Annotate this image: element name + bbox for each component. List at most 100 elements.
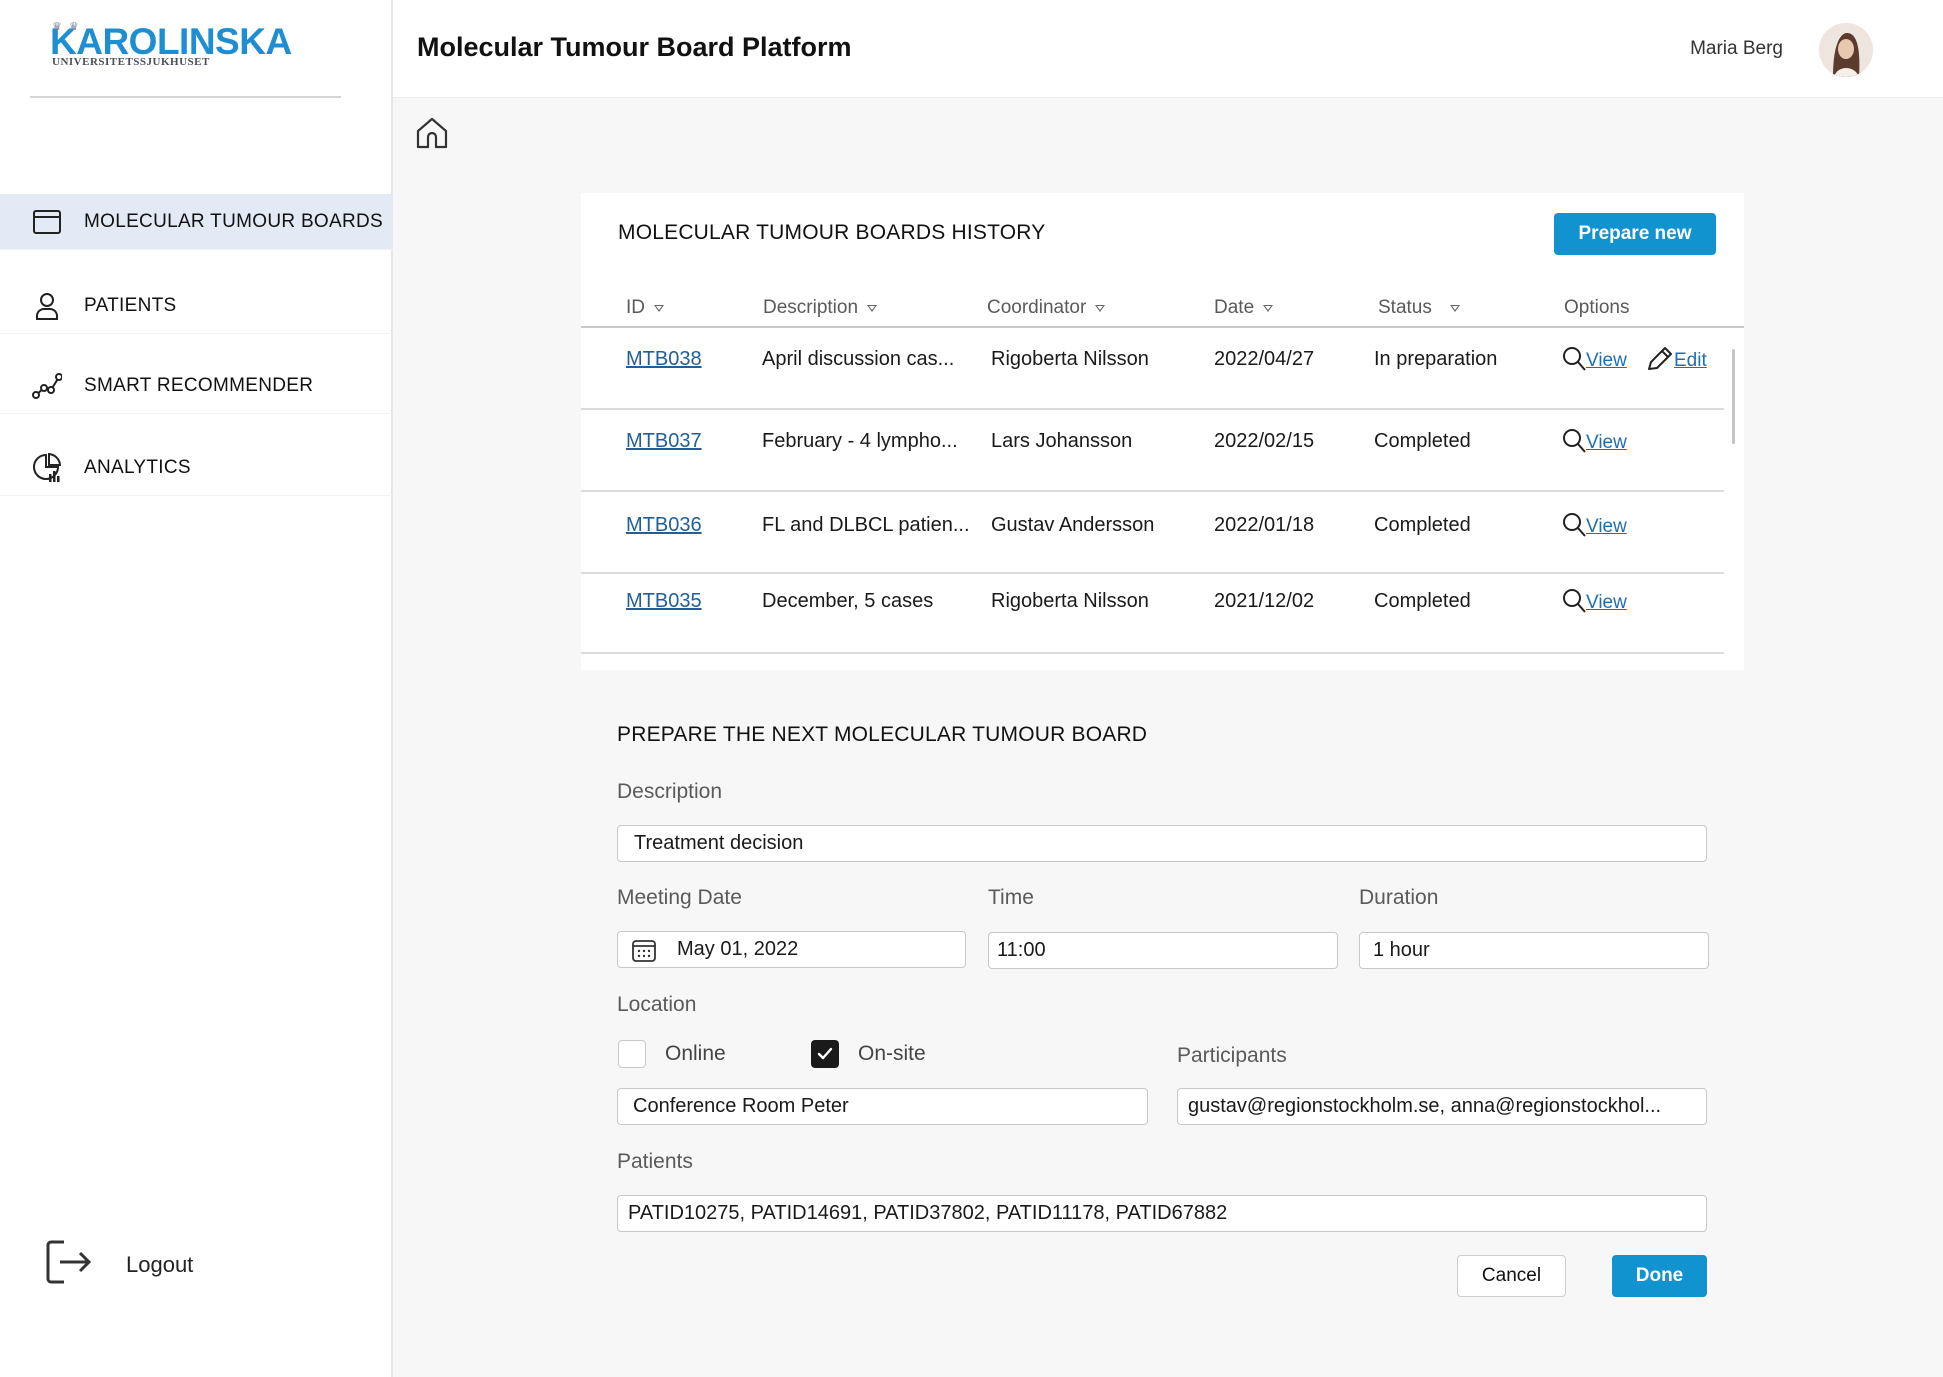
mtb-id-link[interactable]: MTB037 xyxy=(626,430,702,453)
table-row: MTB036 FL and DLBCL patien... Gustav And… xyxy=(581,492,1724,574)
row-description: FL and DLBCL patien... xyxy=(762,514,970,536)
sort-down-icon xyxy=(1263,304,1274,312)
duration-label: Duration xyxy=(1359,886,1439,909)
column-header-options: Options xyxy=(1564,297,1629,319)
online-checkbox[interactable] xyxy=(618,1040,646,1068)
table-scrollbar[interactable] xyxy=(1732,349,1735,444)
logout-label: Logout xyxy=(126,1251,194,1277)
sidebar-item-molecular-tumour-boards[interactable]: MOLECULAR TUMOUR BOARDS xyxy=(0,194,393,250)
sort-down-icon xyxy=(1449,304,1460,312)
view-link[interactable]: View xyxy=(1562,588,1627,614)
patients-input[interactable]: PATID10275, PATID14691, PATID37802, PATI… xyxy=(617,1195,1707,1232)
calendar-icon xyxy=(31,206,63,238)
row-coordinator: Rigoberta Nilsson xyxy=(991,590,1149,612)
column-header-coordinator[interactable]: Coordinator xyxy=(987,297,1106,319)
sidebar-item-label: ANALYTICS xyxy=(84,456,191,478)
row-status: Completed xyxy=(1374,590,1471,612)
view-link[interactable]: View xyxy=(1562,428,1627,454)
edit-label: Edit xyxy=(1674,350,1707,371)
column-header-id[interactable]: ID xyxy=(626,297,664,319)
patients-label: Patients xyxy=(617,1150,693,1173)
row-coordinator: Gustav Andersson xyxy=(991,514,1155,536)
row-description: April discussion cas... xyxy=(762,348,955,370)
view-label: View xyxy=(1586,350,1627,371)
history-title: MOLECULAR TUMOUR BOARDS HISTORY xyxy=(618,221,1046,244)
sidebar-item-patients[interactable]: PATIENTS xyxy=(0,278,393,334)
row-date: 2022/02/15 xyxy=(1214,430,1315,452)
row-status: Completed xyxy=(1374,430,1471,452)
search-icon xyxy=(1563,347,1586,371)
sidebar-item-smart-recommender[interactable]: SMART RECOMMENDER xyxy=(0,358,393,414)
view-label: View xyxy=(1586,516,1627,537)
row-date: 2022/04/27 xyxy=(1214,348,1315,370)
sidebar-item-label: PATIENTS xyxy=(84,294,177,316)
column-header-status[interactable]: Status xyxy=(1378,297,1460,319)
meeting-date-value: May 01, 2022 xyxy=(677,938,799,960)
location-input[interactable]: Conference Room Peter xyxy=(617,1088,1148,1125)
crown-icon: ♛ ♛ xyxy=(52,21,81,33)
column-header-date[interactable]: Date xyxy=(1214,297,1274,319)
view-label: View xyxy=(1586,432,1627,453)
mtb-id-link[interactable]: MTB035 xyxy=(626,590,702,613)
column-header-label: Date xyxy=(1214,297,1255,318)
logout-icon xyxy=(44,1238,94,1291)
view-label: View xyxy=(1586,592,1627,613)
row-coordinator: Lars Johansson xyxy=(991,430,1133,452)
mtb-id-link[interactable]: MTB036 xyxy=(626,514,702,537)
logout-button[interactable]: Logout xyxy=(44,1238,193,1291)
pencil-icon xyxy=(1648,347,1672,370)
avatar[interactable] xyxy=(1819,23,1873,77)
logo-divider xyxy=(30,96,341,98)
column-header-label: Coordinator xyxy=(987,297,1087,318)
person-icon xyxy=(31,290,63,322)
participants-label: Participants xyxy=(1177,1044,1287,1067)
description-input[interactable]: Treatment decision xyxy=(617,825,1707,862)
meeting-date-input[interactable]: May 01, 2022 xyxy=(617,931,966,968)
calendar-icon[interactable] xyxy=(631,937,657,963)
table-row: MTB037 February - 4 lympho... Lars Johan… xyxy=(581,410,1724,492)
column-header-label: ID xyxy=(626,297,645,318)
sidebar-item-analytics[interactable]: ANALYTICS xyxy=(0,440,393,496)
graph-nodes-icon xyxy=(31,370,63,402)
sort-down-icon xyxy=(1095,304,1106,312)
page-title: Molecular Tumour Board Platform xyxy=(417,32,852,62)
row-coordinator: Rigoberta Nilsson xyxy=(991,348,1149,370)
mtb-id-link[interactable]: MTB038 xyxy=(626,348,702,371)
onsite-checkbox[interactable] xyxy=(811,1040,839,1068)
row-description: December, 5 cases xyxy=(762,590,934,612)
karolinska-logo[interactable]: ♛ ♛ KAROLINSKA UNIVERSITETSSJUKHUSET xyxy=(50,21,292,68)
search-icon xyxy=(1563,429,1586,453)
search-icon xyxy=(1563,513,1586,537)
pie-chart-icon xyxy=(31,452,63,484)
cancel-button[interactable]: Cancel xyxy=(1457,1255,1566,1297)
duration-input[interactable]: 1 hour xyxy=(1359,932,1709,969)
row-status: In preparation xyxy=(1374,348,1498,370)
edit-link[interactable]: Edit xyxy=(1646,346,1707,372)
participants-input[interactable]: gustav@regionstockholm.se, anna@regionst… xyxy=(1177,1088,1707,1125)
top-header: Molecular Tumour Board Platform Maria Be… xyxy=(393,0,1943,98)
column-header-label: Description xyxy=(763,297,859,318)
time-input[interactable]: 11:00 xyxy=(988,932,1338,969)
sort-down-icon xyxy=(867,304,878,312)
row-description: February - 4 lympho... xyxy=(762,430,958,452)
meeting-date-label: Meeting Date xyxy=(617,886,742,909)
checkmark-icon xyxy=(817,1047,833,1060)
sort-down-icon xyxy=(654,304,664,312)
user-name[interactable]: Maria Berg xyxy=(1690,38,1783,60)
row-date: 2022/01/18 xyxy=(1214,514,1315,536)
done-button[interactable]: Done xyxy=(1612,1255,1707,1297)
view-link[interactable]: View xyxy=(1562,512,1627,538)
column-header-label: Status xyxy=(1378,297,1432,318)
column-header-description[interactable]: Description xyxy=(763,297,878,319)
prepare-new-button[interactable]: Prepare new xyxy=(1554,213,1716,255)
view-link[interactable]: View xyxy=(1562,346,1627,372)
sidebar: ♛ ♛ KAROLINSKA UNIVERSITETSSJUKHUSET MOL… xyxy=(0,0,393,1377)
onsite-label: On-site xyxy=(858,1042,926,1065)
home-icon[interactable] xyxy=(414,115,450,156)
row-status: Completed xyxy=(1374,514,1471,536)
location-label: Location xyxy=(617,993,697,1016)
online-label: Online xyxy=(665,1042,726,1065)
history-card: MOLECULAR TUMOUR BOARDS HISTORY Prepare … xyxy=(581,193,1744,670)
column-header-label: Options xyxy=(1564,297,1630,318)
description-label: Description xyxy=(617,780,723,803)
